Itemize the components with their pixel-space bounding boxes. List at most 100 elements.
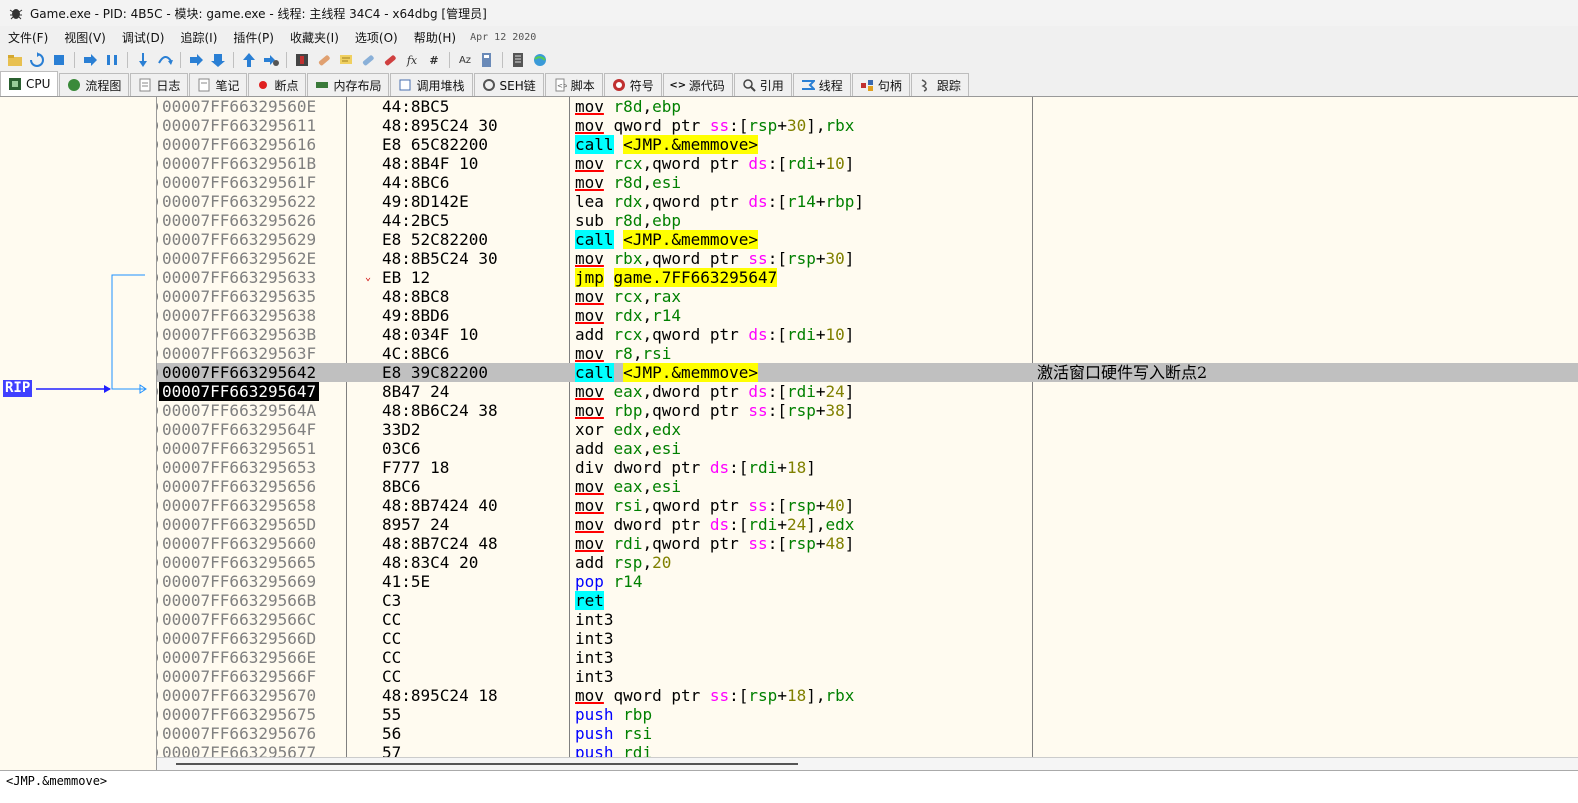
- breakpoint-dot[interactable]: [157, 290, 158, 303]
- breakpoint-dot[interactable]: [157, 461, 158, 474]
- execute-till-return-icon[interactable]: [241, 52, 257, 68]
- breakpoint-dot[interactable]: [157, 404, 158, 417]
- tab-graph[interactable]: 流程图: [59, 73, 130, 96]
- menu-trace[interactable]: 追踪(I): [172, 29, 225, 46]
- menu-favourites[interactable]: 收藏夹(I): [282, 29, 347, 46]
- breakpoint-dot[interactable]: [157, 594, 158, 607]
- disasm-row[interactable]: 00007FF663295660 48:8B7C24 48 mov rdi,qwor…: [157, 534, 1578, 553]
- notes-icon[interactable]: [510, 52, 526, 68]
- bookmark-icon[interactable]: [382, 52, 398, 68]
- tab-references[interactable]: 引用: [733, 73, 792, 96]
- breakpoint-dot[interactable]: [157, 651, 158, 664]
- breakpoint-dot[interactable]: [157, 556, 158, 569]
- breakpoint-dot[interactable]: [157, 423, 158, 436]
- breakpoint-dot[interactable]: [157, 309, 158, 322]
- breakpoint-dot[interactable]: [157, 537, 158, 550]
- disasm-row[interactable]: 00007FF663295629 E8 52C82200 call <JMP.&me…: [157, 230, 1578, 249]
- tab-seh[interactable]: SEH链: [473, 73, 544, 96]
- disasm-row[interactable]: 00007FF66329561B 48:8B4F 10 mov rcx,qword …: [157, 154, 1578, 173]
- tab-script[interactable]: <> 脚本: [544, 73, 603, 96]
- comment-icon[interactable]: [338, 52, 354, 68]
- breakpoint-dot[interactable]: [157, 385, 158, 398]
- tab-memory-map[interactable]: 内存布局: [307, 73, 390, 96]
- disasm-row[interactable]: 00007FF663295647 8B47 24 mov eax,dword ptr…: [157, 382, 1578, 401]
- open-icon[interactable]: [7, 52, 23, 68]
- restart-icon[interactable]: [29, 52, 45, 68]
- patch-icon[interactable]: [316, 52, 332, 68]
- breakpoint-dot[interactable]: [157, 233, 158, 246]
- menu-plugins[interactable]: 插件(P): [225, 29, 282, 46]
- disasm-row[interactable]: 00007FF66329563F 4C:8BC6 mov r8,rsi: [157, 344, 1578, 363]
- function-icon[interactable]: fx: [404, 52, 420, 68]
- tab-cpu[interactable]: CPU: [0, 71, 59, 96]
- disasm-row[interactable]: 00007FF66329566D CC int3: [157, 629, 1578, 648]
- disasm-row[interactable]: 00007FF663295633 ⌄ EB 12 jmp game.7FF663295…: [157, 268, 1578, 287]
- breakpoint-dot[interactable]: [157, 480, 158, 493]
- disasm-row[interactable]: 00007FF663295658 48:8B7424 40 mov rsi,qwor…: [157, 496, 1578, 515]
- disasm-row[interactable]: 00007FF663295635 48:8BC8 mov rcx,rax: [157, 287, 1578, 306]
- run-icon[interactable]: [82, 52, 98, 68]
- breakpoint-dot[interactable]: [157, 195, 158, 208]
- breakpoint-dot[interactable]: [157, 328, 158, 341]
- breakpoint-dot[interactable]: [157, 670, 158, 683]
- menu-debug[interactable]: 调试(D): [114, 29, 173, 46]
- disasm-row[interactable]: 00007FF66329566C CC int3: [157, 610, 1578, 629]
- trace-icon[interactable]: [294, 52, 310, 68]
- step-over-down-icon[interactable]: [210, 52, 226, 68]
- breakpoint-dot[interactable]: [157, 214, 158, 227]
- tab-trace[interactable]: 跟踪: [910, 73, 969, 96]
- strings-icon[interactable]: Az: [457, 52, 473, 68]
- disasm-row[interactable]: 00007FF663295616 E8 65C82200 call <JMP.&me…: [157, 135, 1578, 154]
- scrollbar-thumb[interactable]: [176, 763, 798, 765]
- disasm-row[interactable]: 00007FF663295638 49:8BD6 mov rdx,r14: [157, 306, 1578, 325]
- disasm-row[interactable]: 00007FF663295677 57 push rdi: [157, 743, 1578, 757]
- tab-threads[interactable]: 线程: [792, 73, 851, 96]
- run-to-user-code-icon[interactable]: [263, 52, 279, 68]
- disasm-row[interactable]: 00007FF663295642 E8 39C82200 call <JMP.&me…: [157, 363, 1578, 382]
- breakpoint-dot[interactable]: [157, 271, 158, 284]
- disasm-row[interactable]: 00007FF66329564F 33D2 xor edx,edx: [157, 420, 1578, 439]
- breakpoint-dot[interactable]: [157, 689, 158, 702]
- label-icon[interactable]: [360, 52, 376, 68]
- breakpoint-dot[interactable]: [157, 613, 158, 626]
- breakpoint-dot[interactable]: [157, 347, 158, 360]
- disasm-row[interactable]: 00007FF663295669 41:5E pop r14: [157, 572, 1578, 591]
- disasm-row[interactable]: 00007FF663295670 48:895C24 18 mov qword pt…: [157, 686, 1578, 705]
- breakpoint-dot[interactable]: [157, 499, 158, 512]
- menu-file[interactable]: 文件(F): [0, 29, 56, 46]
- disasm-row[interactable]: 00007FF66329562E 48:8B5C24 30 mov rbx,qwor…: [157, 249, 1578, 268]
- breakpoint-dot[interactable]: [157, 632, 158, 645]
- disasm-row[interactable]: 00007FF66329561F 44:8BC6 mov r8d,esi: [157, 173, 1578, 192]
- disasm-row[interactable]: 00007FF66329560E 44:8BC5 mov r8d,ebp: [157, 97, 1578, 116]
- disassembly-view[interactable]: 00007FF66329560E 44:8BC5 mov r8d,ebp 00007F…: [157, 97, 1578, 757]
- disasm-row[interactable]: 00007FF66329566E CC int3: [157, 648, 1578, 667]
- tab-log[interactable]: 日志: [130, 73, 189, 96]
- calculator-icon[interactable]: [479, 52, 495, 68]
- disasm-row[interactable]: 00007FF66329565D 8957 24 mov dword ptr ds:…: [157, 515, 1578, 534]
- tab-source[interactable]: <> 源代码: [662, 73, 733, 96]
- disasm-row[interactable]: 00007FF663295656 8BC6 mov eax,esi: [157, 477, 1578, 496]
- breakpoint-dot[interactable]: [157, 252, 158, 265]
- pause-icon[interactable]: [104, 52, 120, 68]
- disasm-row[interactable]: 00007FF663295653 F777 18 div dword ptr ds:…: [157, 458, 1578, 477]
- stop-icon[interactable]: [51, 52, 67, 68]
- breakpoint-dot[interactable]: [157, 176, 158, 189]
- tab-handles[interactable]: 句柄: [851, 73, 910, 96]
- menu-options[interactable]: 选项(O): [347, 29, 406, 46]
- breakpoint-dot[interactable]: [157, 727, 158, 740]
- breakpoint-dot[interactable]: [157, 518, 158, 531]
- breakpoint-dot[interactable]: [157, 442, 158, 455]
- disasm-row[interactable]: 00007FF663295665 48:83C4 20 add rsp,20: [157, 553, 1578, 572]
- horizontal-scrollbar[interactable]: [157, 757, 1578, 771]
- tab-symbols[interactable]: 符号: [603, 73, 662, 96]
- globe-icon[interactable]: [532, 52, 548, 68]
- disasm-row[interactable]: 00007FF663295622 49:8D142E lea rdx,qword p…: [157, 192, 1578, 211]
- breakpoint-dot[interactable]: [157, 100, 158, 113]
- disasm-row[interactable]: 00007FF66329563B 48:034F 10 add rcx,qword …: [157, 325, 1578, 344]
- disasm-row[interactable]: 00007FF66329566F CC int3: [157, 667, 1578, 686]
- step-into-down-icon[interactable]: [188, 52, 204, 68]
- breakpoint-dot[interactable]: [157, 366, 158, 379]
- breakpoint-dot[interactable]: [157, 746, 158, 757]
- disasm-row[interactable]: 00007FF663295611 48:895C24 30 mov qword pt…: [157, 116, 1578, 135]
- tab-notes[interactable]: 笔记: [189, 73, 248, 96]
